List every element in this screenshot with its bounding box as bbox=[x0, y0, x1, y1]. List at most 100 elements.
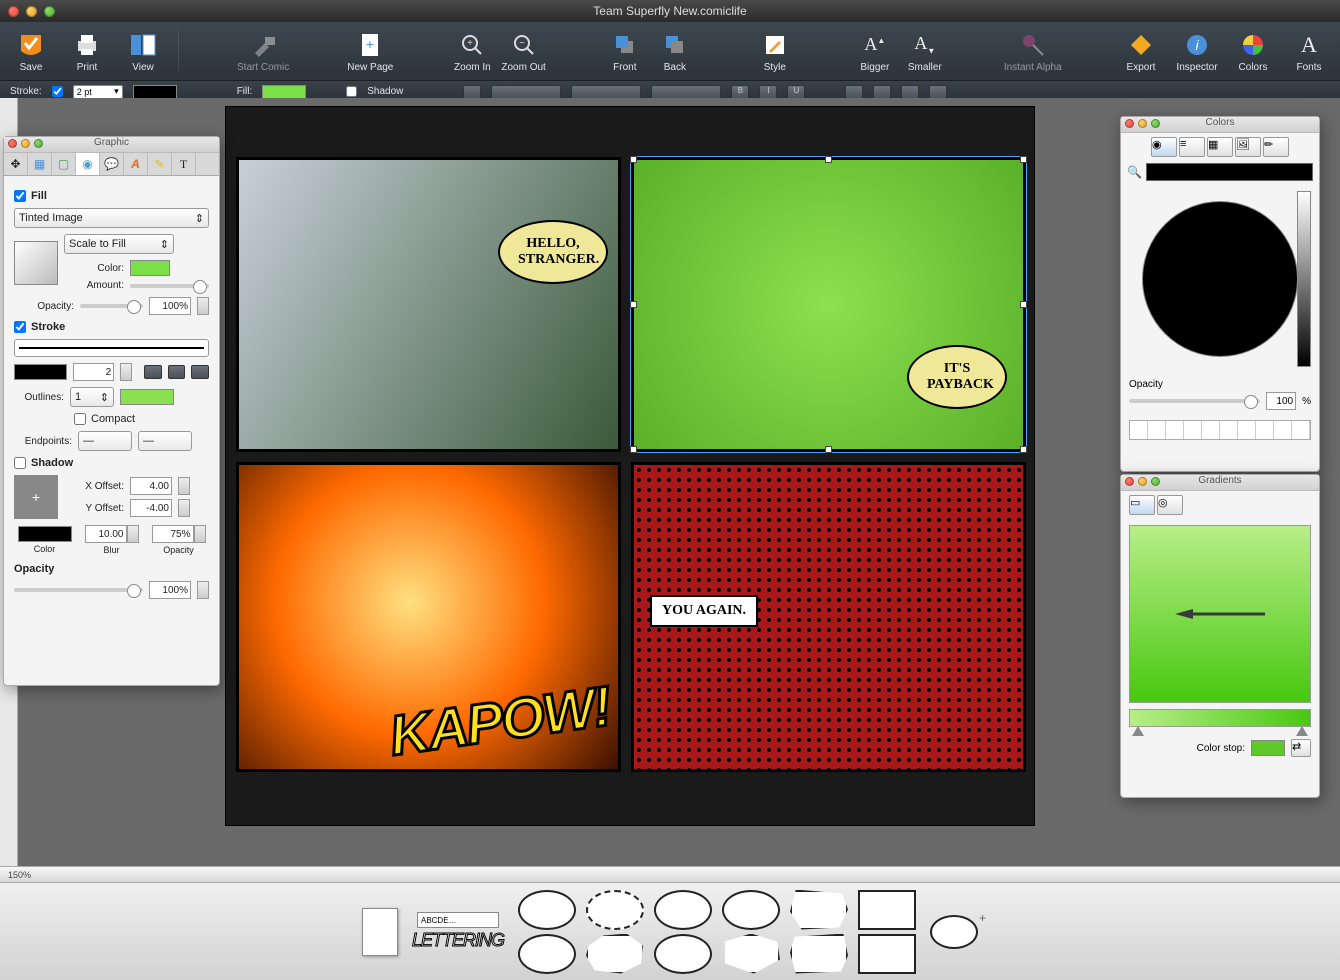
text-color-select[interactable] bbox=[651, 85, 721, 99]
comic-panel-2[interactable]: IT'S PAYBACK bbox=[631, 157, 1026, 452]
resize-handle[interactable] bbox=[630, 446, 637, 453]
stepper[interactable] bbox=[197, 581, 209, 599]
stepper[interactable] bbox=[120, 363, 132, 381]
page-thumbnail[interactable] bbox=[362, 908, 398, 956]
align-button-3[interactable] bbox=[901, 85, 919, 99]
saved-swatches[interactable] bbox=[1129, 420, 1311, 440]
gradient-bar[interactable] bbox=[1129, 709, 1311, 727]
current-color-well[interactable] bbox=[1146, 163, 1313, 181]
stroke-color-swatch[interactable] bbox=[133, 85, 177, 99]
zoom-in-button[interactable]: + Zoom In bbox=[451, 30, 493, 73]
image-palette-tab[interactable]: 🖼 bbox=[1235, 137, 1261, 157]
tab-balloon[interactable]: 💬 bbox=[100, 153, 124, 175]
font-family-select[interactable] bbox=[491, 85, 561, 99]
rounded-rect-balloon-icon[interactable] bbox=[858, 934, 916, 974]
gradient-stop-handle[interactable] bbox=[1132, 726, 1144, 736]
tab-panel[interactable]: ▢ bbox=[52, 153, 76, 175]
align-button-2[interactable] bbox=[873, 85, 891, 99]
tab-arrange[interactable]: ✥ bbox=[4, 153, 28, 175]
gradient-preview[interactable] bbox=[1129, 525, 1311, 703]
shadow-toggle[interactable] bbox=[346, 86, 357, 97]
fill-mode-select[interactable]: Tinted Image⇕ bbox=[14, 208, 209, 228]
stroke-pos-1[interactable] bbox=[144, 365, 162, 379]
export-button[interactable]: Export bbox=[1120, 30, 1162, 73]
style-button[interactable]: Style bbox=[754, 30, 796, 73]
endpoint-end-select[interactable]: — bbox=[138, 431, 192, 451]
minimize-icon[interactable] bbox=[1138, 477, 1147, 486]
speech-balloon-2-icon[interactable] bbox=[518, 934, 576, 974]
front-button[interactable]: Front bbox=[604, 30, 646, 73]
speech-bubble-1[interactable]: HELLO, STRANGER. bbox=[498, 220, 608, 284]
tab-lettering[interactable]: A bbox=[124, 153, 148, 175]
color-wheel[interactable] bbox=[1142, 201, 1298, 357]
fill-opacity-field[interactable]: 100% bbox=[149, 297, 191, 315]
global-opacity-slider[interactable] bbox=[14, 588, 143, 592]
shadow-color-swatch[interactable] bbox=[18, 526, 72, 542]
stepper[interactable] bbox=[127, 525, 139, 543]
color-opacity-field[interactable]: 100 bbox=[1266, 392, 1296, 410]
lettering-template[interactable]: LETTERING bbox=[412, 930, 504, 951]
comic-panel-1[interactable]: HELLO, STRANGER. bbox=[236, 157, 621, 452]
shout-balloon-icon[interactable] bbox=[722, 934, 780, 974]
bold-button[interactable]: B bbox=[731, 85, 749, 99]
zoom-out-button[interactable]: − Zoom Out bbox=[501, 30, 545, 73]
stepper[interactable] bbox=[197, 297, 209, 315]
comic-panel-4[interactable]: YOU AGAIN. bbox=[631, 462, 1026, 772]
scale-mode-select[interactable]: Scale to Fill⇕ bbox=[64, 234, 174, 254]
caption-template[interactable]: ABCDE… bbox=[417, 912, 499, 928]
graphic-inspector-panel[interactable]: Graphic ✥ ▦ ▢ ◉ 💬 A ✎ T Fill Tinted Imag… bbox=[3, 136, 220, 686]
start-comic-button[interactable]: Start Comic bbox=[237, 30, 289, 73]
swap-stops-button[interactable]: ⇄ bbox=[1291, 739, 1311, 757]
speech-balloon-icon[interactable] bbox=[518, 890, 576, 930]
linear-gradient-tab[interactable]: ▭ bbox=[1129, 495, 1155, 515]
view-button[interactable]: View bbox=[122, 30, 164, 73]
tab-fill[interactable]: ◉ bbox=[76, 153, 100, 175]
inspector-button[interactable]: i Inspector bbox=[1176, 30, 1218, 73]
amount-slider[interactable] bbox=[130, 284, 209, 288]
fill-color-swatch[interactable] bbox=[262, 85, 306, 99]
stepper[interactable] bbox=[178, 499, 190, 517]
color-palettes-tab[interactable]: ▦ bbox=[1207, 137, 1233, 157]
resize-handle[interactable] bbox=[1020, 446, 1027, 453]
sound-effect-text[interactable]: KAPOW! bbox=[386, 673, 614, 768]
brightness-slider[interactable] bbox=[1297, 191, 1311, 367]
stroke-style-select[interactable] bbox=[14, 339, 209, 357]
resize-handle[interactable] bbox=[630, 301, 637, 308]
whisper-balloon-icon[interactable] bbox=[586, 890, 644, 930]
back-button[interactable]: Back bbox=[654, 30, 696, 73]
crayons-tab[interactable]: ✏ bbox=[1263, 137, 1289, 157]
gradient-direction-arrow[interactable] bbox=[1175, 609, 1265, 619]
font-size-select[interactable] bbox=[571, 85, 641, 99]
close-window-icon[interactable] bbox=[8, 6, 19, 17]
tab-effect[interactable]: ✎ bbox=[148, 153, 172, 175]
align-button-4[interactable] bbox=[929, 85, 947, 99]
color-sliders-tab[interactable]: ≡ bbox=[1179, 137, 1205, 157]
x-offset-field[interactable]: 4.00 bbox=[130, 477, 172, 495]
resize-handle[interactable] bbox=[825, 446, 832, 453]
caption-box-1[interactable]: YOU AGAIN. bbox=[650, 595, 758, 627]
colors-button[interactable]: Colors bbox=[1232, 30, 1274, 73]
shadow-angle-well[interactable]: + bbox=[14, 475, 58, 519]
stroke-pos-2[interactable] bbox=[168, 365, 186, 379]
thought-balloon-icon[interactable] bbox=[654, 890, 712, 930]
tab-text[interactable]: T bbox=[172, 153, 196, 175]
rect-balloon-icon[interactable] bbox=[858, 890, 916, 930]
comic-panel-3[interactable]: KAPOW! bbox=[236, 462, 621, 772]
smaller-button[interactable]: A▼ Smaller bbox=[904, 30, 946, 73]
cloud-balloon-icon[interactable] bbox=[722, 890, 780, 930]
stepper[interactable] bbox=[194, 525, 206, 543]
y-offset-field[interactable]: -4.00 bbox=[130, 499, 172, 517]
compact-checkbox[interactable] bbox=[74, 413, 86, 425]
minimize-icon[interactable] bbox=[21, 139, 30, 148]
burst-balloon-icon[interactable] bbox=[790, 890, 848, 930]
zoom-icon[interactable] bbox=[1151, 119, 1160, 128]
bigger-button[interactable]: A▲ Bigger bbox=[854, 30, 896, 73]
color-opacity-slider[interactable] bbox=[1129, 399, 1260, 403]
stroke-checkbox[interactable] bbox=[14, 321, 26, 333]
colors-panel[interactable]: Colors ◉ ≡ ▦ 🖼 ✏ 🔍 Opacity 100% bbox=[1120, 116, 1320, 472]
speech-bubble-2[interactable]: IT'S PAYBACK bbox=[907, 345, 1007, 409]
tint-color-swatch[interactable] bbox=[130, 260, 170, 276]
resize-handle[interactable] bbox=[825, 156, 832, 163]
fonts-button[interactable]: A Fonts bbox=[1288, 30, 1330, 73]
outlines-select[interactable]: 1⇕ bbox=[70, 387, 114, 407]
